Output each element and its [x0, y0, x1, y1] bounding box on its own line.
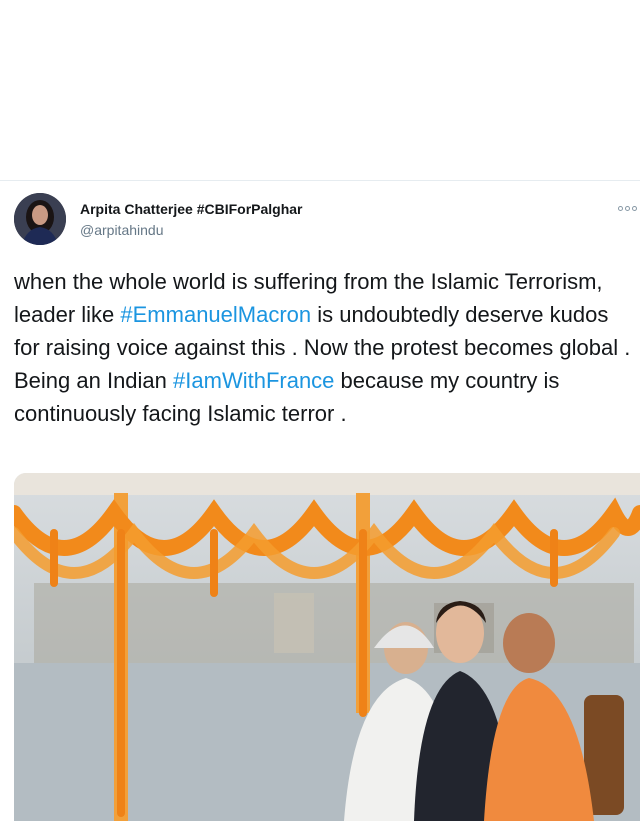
tweet-photo[interactable]	[14, 473, 640, 821]
avatar[interactable]	[14, 193, 66, 245]
tweet-text: when the whole world is suffering from t…	[14, 265, 640, 430]
tweet-card: Arpita Chatterjee #CBIForPalghar @arpita…	[0, 180, 640, 821]
author-handle[interactable]: @arpitahindu	[80, 222, 164, 238]
hashtag-link[interactable]: #IamWithFrance	[173, 368, 334, 393]
blank-area	[0, 0, 640, 180]
author-name[interactable]: Arpita Chatterjee #CBIForPalghar	[80, 201, 303, 217]
more-options-icon[interactable]	[618, 203, 640, 213]
hashtag-link[interactable]: #EmmanuelMacron	[120, 302, 311, 327]
